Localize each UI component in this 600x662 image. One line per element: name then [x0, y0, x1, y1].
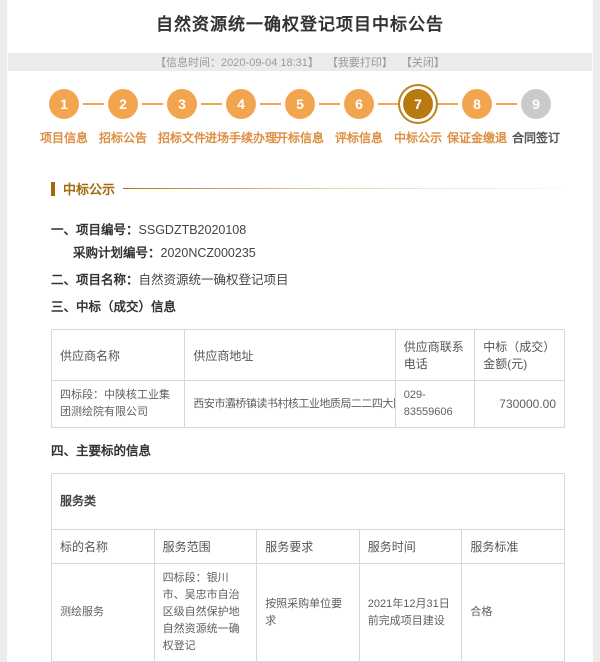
section-title: 中标公示: [63, 179, 115, 198]
step-connector: [142, 103, 163, 105]
close-button[interactable]: 【关闭】: [401, 54, 445, 70]
project-number-label: 一、项目编号：: [51, 223, 139, 237]
step-label: 开标信息: [276, 129, 324, 146]
header-subject-name: 标的名称: [52, 530, 155, 564]
step-label: 项目信息: [40, 129, 88, 146]
subject-table: 服务类 标的名称 服务范围 服务要求 服务时间 服务标准 测绘服务 四标段：银川…: [51, 473, 565, 662]
subject-table-row: 测绘服务 四标段：银川市、吴忠市自治区级自然保护地自然资源统一确权登记 按照采购…: [52, 564, 565, 662]
step-deposit-refund[interactable]: 8 保证金缴退: [462, 89, 492, 119]
progress-stepper: 1 项目信息 2 招标公告 3 招标文件 4 进场手续办理 5 开标信息 6 评…: [7, 89, 593, 159]
page-title: 自然资源统一确权登记项目中标公告: [7, 0, 593, 37]
cell-service-standard: 合格: [462, 564, 565, 662]
step-label: 评标信息: [335, 129, 383, 146]
step-bid-opening[interactable]: 5 开标信息: [285, 89, 315, 119]
step-label: 合同签订: [512, 129, 560, 146]
cell-service-scope: 四标段：银川市、吴忠市自治区级自然保护地自然资源统一确权登记: [154, 564, 257, 662]
header-supplier-address: 供应商地址: [185, 330, 395, 381]
step-connector: [201, 103, 222, 105]
step-circle: 2: [108, 89, 138, 119]
header-supplier-phone: 供应商联系电话: [395, 330, 475, 381]
section-header: 中标公示: [51, 179, 565, 198]
cell-service-time: 2021年12月31日前完成项目建设: [359, 564, 462, 662]
purchase-plan-label: 采购计划编号：: [73, 246, 161, 260]
header-service-requirement: 服务要求: [257, 530, 360, 564]
step-label: 招标公告: [99, 129, 147, 146]
info-bar: 【信息时间：2020-09-04 18:31】 【我要打印】 【关闭】: [8, 53, 592, 71]
project-number-value: SSGDZTB2020108: [139, 223, 247, 237]
header-service-standard: 服务标准: [462, 530, 565, 564]
cell-subject-name: 测绘服务: [52, 564, 155, 662]
step-connector: [319, 103, 340, 105]
step-contract-signing[interactable]: 9 合同签订: [521, 89, 551, 119]
award-table: 供应商名称 供应商地址 供应商联系电话 中标（成交）金额(元) 四标段：中陕核工…: [51, 329, 565, 428]
step-project-info[interactable]: 1 项目信息: [49, 89, 79, 119]
step-entry-procedures[interactable]: 4 进场手续办理: [226, 89, 256, 119]
section-divider: [123, 188, 565, 189]
header-service-time: 服务时间: [359, 530, 462, 564]
header-award-amount: 中标（成交）金额(元): [475, 330, 565, 381]
step-connector: [496, 103, 517, 105]
step-award-announcement[interactable]: 7 中标公示: [403, 89, 433, 119]
step-circle: 4: [226, 89, 256, 119]
cell-supplier-phone: 029-83559606: [395, 381, 475, 428]
step-circle: 8: [462, 89, 492, 119]
purchase-plan-number-row: 采购计划编号：2020NCZ000235: [51, 245, 565, 262]
cell-supplier-name: 四标段：中陕核工业集团测绘院有限公司: [52, 381, 185, 428]
step-circle: 6: [344, 89, 374, 119]
subject-table-header-row: 标的名称 服务范围 服务要求 服务时间 服务标准: [52, 530, 565, 564]
step-circle-active: 7: [403, 89, 433, 119]
step-label: 保证金缴退: [447, 129, 507, 146]
step-connector: [260, 103, 281, 105]
step-circle-future: 9: [521, 89, 551, 119]
step-tender-notice[interactable]: 2 招标公告: [108, 89, 138, 119]
project-name-value: 自然资源统一确权登记项目: [139, 273, 289, 287]
header-supplier-name: 供应商名称: [52, 330, 185, 381]
step-bid-evaluation[interactable]: 6 评标信息: [344, 89, 374, 119]
announcement-page: 自然资源统一确权登记项目中标公告 【信息时间：2020-09-04 18:31】…: [7, 0, 593, 662]
step-circle: 5: [285, 89, 315, 119]
header-service-scope: 服务范围: [154, 530, 257, 564]
step-connector: [378, 103, 399, 105]
print-button[interactable]: 【我要打印】: [327, 54, 393, 70]
cell-category: 服务类: [52, 474, 565, 530]
step-circle: 1: [49, 89, 79, 119]
step-tender-documents[interactable]: 3 招标文件: [167, 89, 197, 119]
step-label: 进场手续办理: [205, 129, 277, 146]
info-time: 【信息时间：2020-09-04 18:31】: [155, 54, 319, 70]
subject-info-heading: 四、主要标的信息: [51, 443, 565, 460]
cell-award-amount: 730000.00: [475, 381, 565, 428]
project-name-label: 二、项目名称：: [51, 273, 139, 287]
step-circle: 3: [167, 89, 197, 119]
cell-supplier-address: 西安市灞桥镇读书村核工业地质局二二四大队: [185, 381, 395, 428]
award-info-heading: 三、中标（成交）信息: [51, 299, 565, 316]
award-table-row: 四标段：中陕核工业集团测绘院有限公司 西安市灞桥镇读书村核工业地质局二二四大队 …: [52, 381, 565, 428]
purchase-plan-value: 2020NCZ000235: [161, 246, 256, 260]
step-connector: [437, 103, 458, 105]
subject-category-row: 服务类: [52, 474, 565, 530]
step-label: 招标文件: [158, 129, 206, 146]
step-label: 中标公示: [394, 129, 442, 146]
award-table-header-row: 供应商名称 供应商地址 供应商联系电话 中标（成交）金额(元): [52, 330, 565, 381]
section-marker: [51, 182, 55, 196]
announcement-body: 一、项目编号：SSGDZTB2020108 采购计划编号：2020NCZ0002…: [7, 222, 593, 662]
project-name-row: 二、项目名称：自然资源统一确权登记项目: [51, 272, 565, 289]
cell-service-requirement: 按照采购单位要求: [257, 564, 360, 662]
project-number-row: 一、项目编号：SSGDZTB2020108: [51, 222, 565, 239]
step-connector: [83, 103, 104, 105]
